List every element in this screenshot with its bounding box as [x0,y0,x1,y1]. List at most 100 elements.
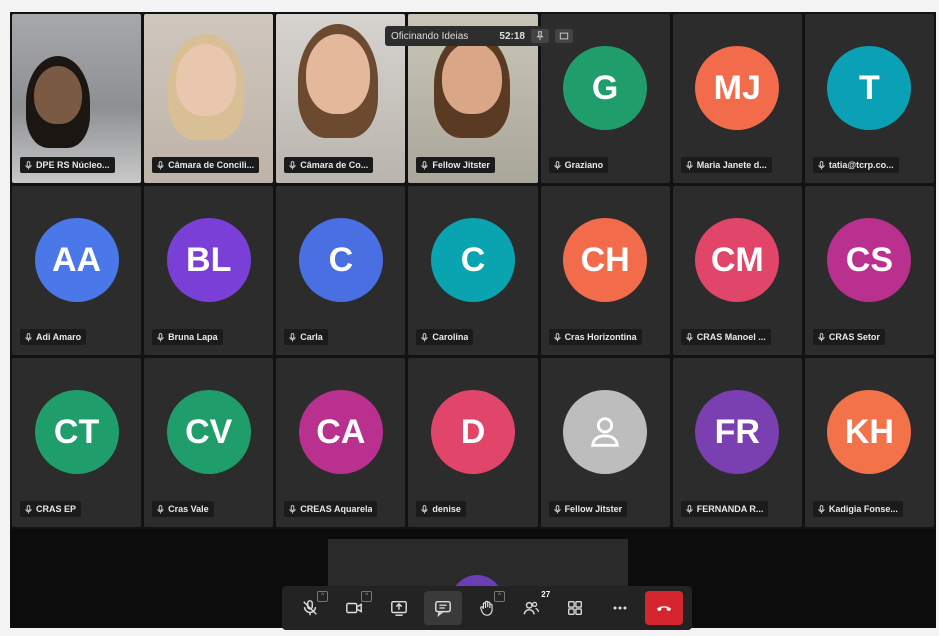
participant-tile[interactable]: CV Cras Vale [144,358,274,527]
participant-tile[interactable]: KH Kadigia Fonse... [804,358,934,527]
participant-avatar: G [563,46,648,131]
meeting-timer: 52:18 [499,30,525,42]
expand-icon[interactable] [555,29,573,43]
pin-icon[interactable] [531,29,549,43]
participant-face [34,66,82,124]
mic-icon [421,332,428,342]
participant-name: Maria Janete d... [696,160,767,170]
mic-icon [686,504,693,514]
mic-icon [686,160,693,170]
participant-name: Câmara de Concili... [168,160,255,170]
avatar-initials: AA [52,240,102,279]
participant-name: FERNANDA R... [696,504,764,514]
reactions-button[interactable]: ^ [468,591,506,625]
mic-button[interactable]: ^ [291,591,329,625]
participant-name: DPE RS Núcleo... [36,160,110,170]
participant-name-badge: Cras Horizontina [548,329,642,345]
participant-tile[interactable]: CM CRAS Manoel ... [672,186,802,355]
participant-name-badge: Câmara de Concili... [152,157,260,173]
pinned-title: Oficinando Ideias [391,30,469,42]
participant-name-badge: tatia@tcrp.co... [812,157,899,173]
participant-tile[interactable]: Câmara de Concili... [144,14,274,183]
person-icon [591,417,620,448]
participant-tile[interactable]: BL Bruna Lapa [144,186,274,355]
participant-tile[interactable]: CS CRAS Setor [804,186,934,355]
participant-avatar: MJ [695,46,780,131]
meeting-stage: DPE RS Núcleo... Câmara de Concili... Câma… [10,12,936,630]
participant-tile[interactable]: C Carla [276,186,406,355]
participant-avatar: T [827,46,912,131]
participant-name-badge: DPE RS Núcleo... [20,157,115,173]
participants-button[interactable]: 27 [512,590,550,625]
participant-tile[interactable]: CH Cras Horizontina [540,186,670,355]
avatar-initials: C [460,240,486,279]
participant-face [442,42,503,114]
participant-name: CRAS EP [36,504,77,514]
participant-avatar: KH [827,390,912,475]
avatar-initials: C [328,240,354,279]
participant-grid: DPE RS Núcleo... Câmara de Concili... Câma… [10,12,936,529]
participant-tile[interactable]: Ddenise [408,358,538,527]
people-icon [522,599,540,617]
participant-name-badge: Câmara de Co... [284,157,374,173]
participant-name-badge: Maria Janete d... [680,157,772,173]
participant-avatar: D [430,390,515,475]
call-toolbar: ^ ^ ^ 27 [282,586,692,630]
chat-icon [434,599,452,617]
participant-name: Carolina [432,332,469,342]
participant-tile[interactable]: AA Adi Amaro [12,186,142,355]
participant-name: Fellow Jitster [432,160,490,170]
participant-tile[interactable]: Ttatia@tcrp.co... [804,14,934,183]
participant-name-badge: Bruna Lapa [152,329,223,345]
chat-button[interactable] [423,591,462,625]
participant-avatar: BL [166,218,251,303]
layout-button[interactable] [556,591,594,625]
mic-icon [157,504,164,514]
participant-name: Bruna Lapa [168,332,218,342]
participant-tile[interactable]: FR FERNANDA R... [672,358,802,527]
mic-icon [289,504,296,514]
share-screen-button[interactable] [380,591,418,625]
participant-name-badge: Kadigia Fonse... [812,501,903,517]
participant-avatar: FR [695,390,780,475]
participant-avatar: CA [298,390,383,475]
chevron-up-icon[interactable]: ^ [361,591,373,602]
mic-icon [421,504,428,514]
more-options-button[interactable] [601,591,639,625]
participant-name-badge: Cras Vale [152,501,214,517]
participant-avatar: C [298,218,383,303]
participant-tile[interactable]: CT CRAS EP [12,358,142,527]
participant-tile[interactable]: CA CREAS Aquarela [276,358,406,527]
chevron-up-icon[interactable]: ^ [317,591,329,602]
participant-tile[interactable]: Fellow Jitster [540,358,670,527]
participant-name-badge: CRAS Manoel ... [680,329,771,345]
participant-name-badge: FERNANDA R... [680,501,769,517]
mic-icon [421,160,428,170]
chevron-up-icon[interactable]: ^ [493,591,505,602]
participant-face [176,44,237,116]
participant-name: denise [432,504,461,514]
participant-tile[interactable]: MJ Maria Janete d... [672,14,802,183]
avatar-initials: T [859,68,880,107]
participant-name-badge: CREAS Aquarela [284,501,378,517]
participant-tile[interactable]: C Carolina [408,186,538,355]
participant-name: Graziano [564,160,604,170]
pinned-header: Oficinando Ideias 52:18 [385,26,579,46]
camera-button[interactable]: ^ [335,591,373,625]
avatar-initials: CV [185,412,233,451]
participant-face [306,34,371,114]
mic-icon [818,332,825,342]
avatar-initials: CA [316,412,366,451]
avatar-initials: D [460,412,486,451]
participant-name-badge: Graziano [548,157,609,173]
mic-icon [157,160,164,170]
avatar-initials: KH [844,412,894,451]
participant-name: tatia@tcrp.co... [828,160,894,170]
phone-hangup-icon [655,599,673,617]
participant-tile[interactable]: DPE RS Núcleo... [12,14,142,183]
mic-icon [686,332,693,342]
participant-name-badge: Adi Amaro [20,329,87,345]
participant-name-badge: denise [416,501,466,517]
leave-call-button[interactable] [644,591,683,625]
mic-icon [289,332,296,342]
